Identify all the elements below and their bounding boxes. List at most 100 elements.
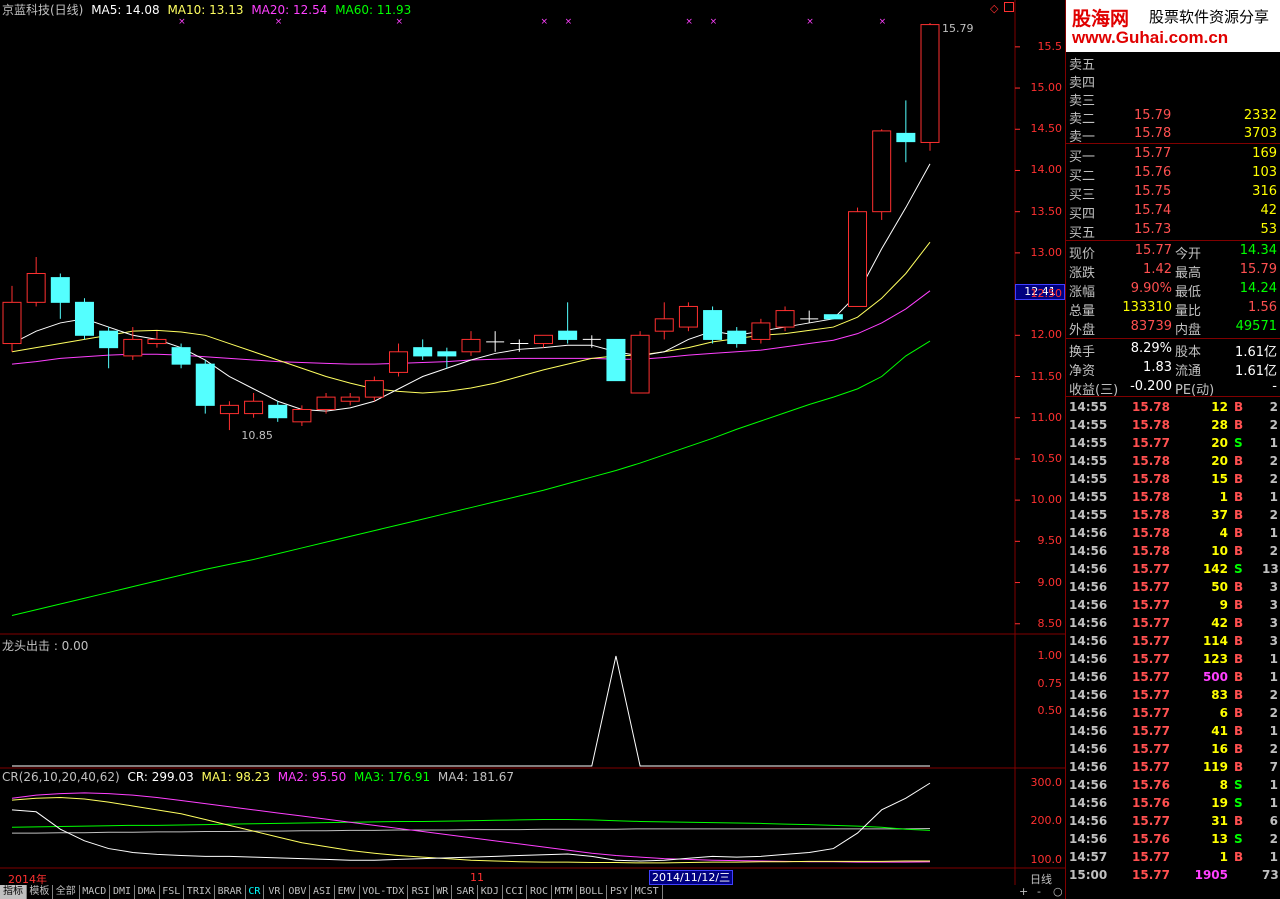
indicator1-axis-label: 1.00 [1037, 649, 1063, 662]
tick-time: 14:57 [1069, 850, 1108, 864]
tab-指标[interactable]: 指标 [0, 885, 27, 899]
tick-count: 3 [1269, 634, 1278, 648]
tab-vr[interactable]: VR [265, 885, 285, 899]
tab-kdj[interactable]: KDJ [478, 885, 503, 899]
tab-boll[interactable]: BOLL [576, 885, 608, 899]
tab-asi[interactable]: ASI [310, 885, 336, 899]
tick-count: 3 [1269, 616, 1278, 630]
tick-price: 15.77 [1132, 436, 1170, 450]
tick-count: 13 [1262, 562, 1279, 576]
fund-label: 净资 [1069, 364, 1096, 379]
tab-macd[interactable]: MACD [79, 885, 111, 899]
fund-value: 1.61亿 [1235, 345, 1277, 360]
tab-dma[interactable]: DMA [135, 885, 160, 899]
tab-wr[interactable]: WR [433, 885, 453, 899]
tick-price: 15.78 [1132, 490, 1170, 504]
tab-fsl[interactable]: FSL [159, 885, 185, 899]
tick-volume: 50 [1211, 580, 1228, 594]
quote-label: 外盘 [1069, 323, 1096, 338]
tick-volume: 4 [1219, 526, 1228, 540]
candle-body [2, 301, 22, 345]
maximize-icon[interactable] [1004, 2, 1014, 12]
tab-emv[interactable]: EMV [335, 885, 360, 899]
quote-row: 涨幅 9.90% 最低 14.24 [1066, 281, 1280, 300]
tab-obv[interactable]: OBV [285, 885, 311, 899]
tab-cci[interactable]: CCI [502, 885, 528, 899]
tab-vol-tdx[interactable]: VOL-TDX [359, 885, 409, 899]
tick-count: 2 [1269, 454, 1278, 468]
circle-button[interactable]: ○ [1053, 885, 1063, 898]
quote-label: 最高 [1175, 266, 1202, 281]
tick-side: B [1234, 724, 1244, 738]
tick-row: 14:55 15.78 15 B 2 [1066, 471, 1280, 489]
tick-row: 14:56 15.77 9 B 3 [1066, 597, 1280, 615]
high-price-marker: 15.79 [942, 21, 974, 35]
zoom-in-button[interactable]: + [1019, 885, 1028, 898]
ask-label: 卖五 [1069, 58, 1096, 73]
tab-psy[interactable]: PSY [607, 885, 633, 899]
ask-row[interactable]: 卖三 [1066, 90, 1280, 109]
tick-price: 15.78 [1132, 472, 1170, 486]
candle-body [99, 330, 119, 349]
tab-mtm[interactable]: MTM [552, 885, 577, 899]
diamond-icon[interactable]: ◇ [990, 2, 998, 15]
tab-cr[interactable]: CR [245, 885, 265, 899]
quote-value: 9.90% [1130, 281, 1172, 296]
cr-ma2: MA2: 95.50 [277, 770, 347, 784]
tick-time: 14:55 [1069, 454, 1108, 468]
ask-price: 15.78 [1134, 126, 1172, 141]
ask-label: 卖二 [1069, 112, 1096, 127]
tick-price: 15.78 [1132, 418, 1170, 432]
tick-price: 15.77 [1132, 634, 1170, 648]
bid-row[interactable]: 买一 15.77 169 [1066, 146, 1280, 165]
ask-volume: 2332 [1243, 108, 1277, 123]
quote-value: 15.77 [1134, 243, 1172, 258]
tab-mcst[interactable]: MCST [632, 885, 663, 899]
bid-row[interactable]: 买四 15.74 42 [1066, 203, 1280, 222]
signal-marker: × [685, 17, 693, 27]
low-price-marker: 10.85 [241, 429, 273, 443]
tick-side: B [1234, 544, 1244, 558]
bid-row[interactable]: 买五 15.73 53 [1066, 222, 1280, 241]
bid-row[interactable]: 买三 15.75 316 [1066, 184, 1280, 203]
tick-price: 15.77 [1132, 598, 1170, 612]
tick-price: 15.78 [1132, 526, 1170, 540]
bid-price: 15.75 [1134, 184, 1172, 199]
cr-line [11, 782, 931, 862]
tick-time: 14:56 [1069, 544, 1108, 558]
tick-side: B [1234, 454, 1244, 468]
bid-label: 买四 [1069, 207, 1096, 222]
fund-value: 1.61亿 [1235, 364, 1277, 379]
candle-body [50, 277, 70, 303]
tab-模板[interactable]: 模板 [26, 885, 54, 899]
tab-roc[interactable]: ROC [527, 885, 553, 899]
ask-price: 15.79 [1134, 108, 1172, 123]
tick-row: 14:55 15.78 37 B 2 [1066, 507, 1280, 525]
price-axis-label: 13.50 [1030, 204, 1063, 218]
tab-dmi[interactable]: DMI [110, 885, 136, 899]
tab-brar[interactable]: BRAR [215, 885, 246, 899]
tick-row: 14:56 15.77 114 B 3 [1066, 633, 1280, 651]
ask-row[interactable]: 卖二 15.79 2332 [1066, 108, 1280, 127]
bid-volume: 316 [1252, 184, 1277, 199]
ask-row[interactable]: 卖四 [1066, 72, 1280, 91]
tick-price: 15.77 [1132, 706, 1170, 720]
tab-rsi[interactable]: RSI [409, 885, 434, 899]
indicator1-title: 龙头出击 : 0.00 [2, 639, 89, 653]
tab-sar[interactable]: SAR [453, 885, 479, 899]
ask-row[interactable]: 卖一 15.78 3703 [1066, 126, 1280, 145]
bid-row[interactable]: 买二 15.76 103 [1066, 165, 1280, 184]
tick-time: 14:55 [1069, 436, 1108, 450]
tick-side: B [1234, 490, 1244, 504]
ask-label: 卖四 [1069, 76, 1096, 91]
tab-全部[interactable]: 全部 [53, 885, 80, 899]
ask-row[interactable]: 卖五 [1066, 54, 1280, 73]
chart-canvas[interactable]: × × × × × × × × × [0, 0, 1065, 885]
tab-trix[interactable]: TRIX [184, 885, 215, 899]
bid-price: 15.77 [1134, 146, 1172, 161]
candle-body [316, 396, 336, 410]
kline-chart-area[interactable]: × × × × × × × × × 京蓝科技(日线) MA5: 14.08 MA10: 13.1… [0, 0, 1065, 899]
zoom-out-button[interactable]: - [1037, 885, 1041, 898]
tick-time: 14:56 [1069, 562, 1108, 576]
price-axis-label: 12.50 [1030, 287, 1063, 301]
